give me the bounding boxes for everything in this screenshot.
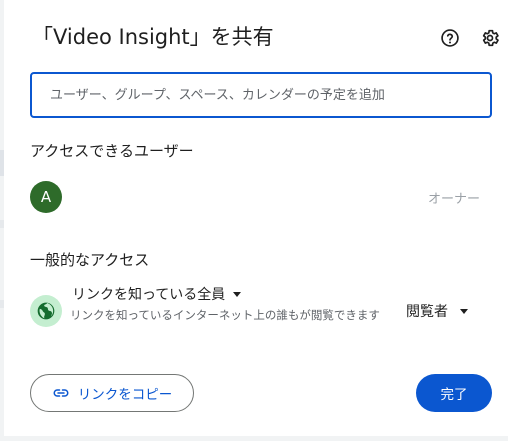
copy-link-label: リンクをコピー — [77, 387, 173, 403]
general-access-selected-label: リンクを知っている全員 — [72, 287, 226, 303]
background-edge-bottom — [0, 436, 508, 441]
gear-icon — [482, 29, 499, 47]
general-access-heading: 一般的なアクセス — [30, 251, 150, 269]
done-button[interactable]: 完了 — [416, 374, 492, 412]
link-icon — [53, 389, 69, 397]
owner-avatar: A — [30, 181, 62, 213]
chevron-down-icon — [233, 291, 242, 297]
settings-button[interactable] — [476, 24, 504, 52]
general-access-icon-container — [30, 295, 62, 327]
people-with-access-heading: アクセスできるユーザー — [30, 142, 194, 160]
share-dialog: 「Video Insight」を共有 アクセスできるユーザー A オーナー 一般… — [4, 0, 508, 441]
copy-link-button[interactable]: リンクをコピー — [30, 374, 194, 412]
owner-role-label: オーナー — [427, 192, 480, 207]
general-access-dropdown[interactable]: リンクを知っている全員 — [72, 284, 242, 304]
page: 「Video Insight」を共有 アクセスできるユーザー A オーナー 一般… — [0, 0, 508, 441]
role-selected-label: 閲覧者 — [406, 304, 448, 320]
chevron-down-icon — [460, 308, 468, 314]
globe-icon — [37, 302, 55, 320]
add-people-input[interactable] — [30, 72, 492, 118]
help-circle-icon — [441, 29, 459, 47]
help-button[interactable] — [436, 24, 464, 52]
general-access-description: リンクを知っているインターネット上の誰もが閲覧できます — [70, 308, 380, 322]
role-dropdown[interactable]: 閲覧者 — [406, 301, 468, 321]
dialog-title: 「Video Insight」を共有 — [32, 25, 274, 49]
